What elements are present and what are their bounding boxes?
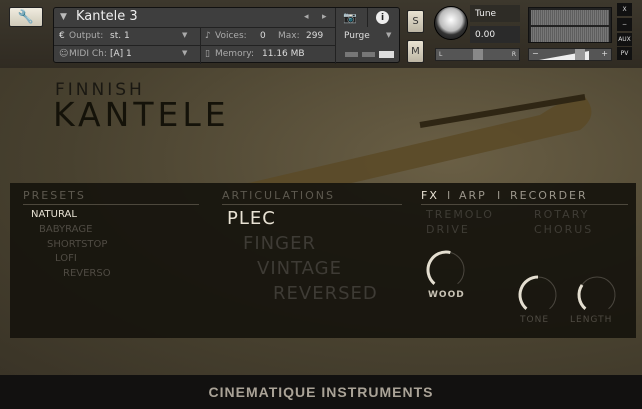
solo-button[interactable]: S bbox=[407, 10, 424, 33]
voices-icon: ♪ bbox=[205, 31, 211, 41]
mute-button[interactable]: M bbox=[407, 40, 424, 63]
max-label: Max: bbox=[278, 31, 300, 41]
pan-handle[interactable] bbox=[473, 49, 483, 60]
volume-slider[interactable]: − + bbox=[528, 48, 612, 61]
length-knob[interactable] bbox=[575, 273, 619, 317]
midi-channel-select[interactable]: [A] 1 bbox=[110, 49, 132, 59]
purge-dropdown-icon[interactable]: ▼ bbox=[386, 31, 391, 39]
camera-icon[interactable]: 📷 bbox=[343, 11, 357, 24]
info-icon[interactable]: i bbox=[376, 11, 389, 24]
tab-divider: I bbox=[497, 189, 503, 202]
articulation-item[interactable]: VINTAGE bbox=[257, 258, 342, 279]
articulation-item[interactable]: PLEC bbox=[227, 208, 276, 229]
preset-item[interactable]: NATURAL bbox=[31, 209, 77, 220]
instrument-header: 🔧 ▼ Kantele 3 ◂ ▸ 📷 i € Output: st. 1 ▼ … bbox=[0, 0, 642, 68]
presets-heading: PRESETS bbox=[23, 189, 86, 202]
knob-value-arc bbox=[577, 284, 587, 310]
preset-item[interactable]: BABYRAGE bbox=[39, 224, 92, 235]
fx-rotary[interactable]: ROTARY bbox=[534, 208, 589, 221]
memory-value: 11.16 MB bbox=[262, 49, 305, 59]
midi-icon: ☺ bbox=[59, 49, 69, 59]
purge-button[interactable]: Purge bbox=[344, 31, 370, 41]
knob-track bbox=[578, 276, 616, 310]
prev-icon[interactable]: ◂ bbox=[304, 12, 309, 22]
output-dropdown-icon[interactable]: ▼ bbox=[182, 31, 187, 39]
voices-label: Voices: bbox=[215, 31, 247, 41]
wood-label: WOOD bbox=[428, 290, 465, 300]
tone-knob[interactable] bbox=[516, 273, 560, 317]
next-icon[interactable]: ▸ bbox=[322, 12, 327, 22]
fx-tremolo[interactable]: TREMOLO bbox=[426, 208, 494, 221]
articulation-item[interactable]: FINGER bbox=[243, 233, 316, 254]
title-line2: KANTELE bbox=[53, 95, 230, 134]
output-icon: € bbox=[59, 31, 65, 41]
fx-drive[interactable]: DRIVE bbox=[426, 223, 470, 236]
tab-recorder[interactable]: RECORDER bbox=[510, 189, 588, 202]
volume-handle[interactable] bbox=[575, 49, 585, 60]
indicator bbox=[379, 51, 394, 58]
preset-item[interactable]: SHORTSTOP bbox=[47, 239, 107, 250]
output-select[interactable]: st. 1 bbox=[110, 31, 130, 41]
volume-minus[interactable]: − bbox=[532, 49, 539, 58]
tune-knob[interactable] bbox=[434, 6, 468, 40]
control-panel: PRESETS NATURAL BABYRAGE SHORTSTOP LOFI … bbox=[10, 183, 636, 338]
dropdown-arrow-icon[interactable]: ▼ bbox=[60, 12, 67, 22]
wrench-icon[interactable]: 🔧 bbox=[9, 7, 43, 27]
tone-label: TONE bbox=[520, 315, 550, 325]
articulations-heading: ARTICULATIONS bbox=[222, 189, 335, 202]
aux-button[interactable]: AUX bbox=[617, 33, 632, 46]
close-button[interactable]: X bbox=[617, 3, 632, 16]
fx-chorus[interactable]: CHORUS bbox=[534, 223, 593, 236]
indicator bbox=[345, 52, 358, 57]
articulation-item[interactable]: REVERSED bbox=[273, 283, 378, 304]
preset-item[interactable]: LOFI bbox=[55, 253, 77, 264]
memory-icon: ▯ bbox=[205, 49, 210, 59]
output-label: Output: bbox=[69, 31, 104, 41]
midi-dropdown-icon[interactable]: ▼ bbox=[182, 49, 187, 57]
pan-slider[interactable]: L R bbox=[435, 48, 520, 61]
max-voices-value[interactable]: 299 bbox=[306, 31, 323, 41]
preset-item[interactable]: REVERSO bbox=[63, 268, 111, 279]
knob-value-arc bbox=[518, 275, 539, 310]
pan-right-label: R bbox=[511, 51, 516, 58]
level-meter bbox=[528, 7, 612, 43]
voices-value: 0 bbox=[260, 31, 266, 41]
pv-button[interactable]: PV bbox=[617, 47, 632, 60]
instrument-name[interactable]: Kantele 3 bbox=[76, 9, 138, 24]
volume-plus[interactable]: + bbox=[601, 49, 608, 58]
pan-left-label: L bbox=[439, 51, 443, 58]
tune-label: Tune bbox=[470, 5, 520, 22]
tune-value[interactable]: 0.00 bbox=[470, 26, 520, 43]
length-label: LENGTH bbox=[570, 315, 613, 325]
wood-knob[interactable] bbox=[424, 248, 468, 292]
memory-label: Memory: bbox=[215, 49, 254, 59]
kantele-image bbox=[240, 94, 592, 185]
tab-arp[interactable]: ARP bbox=[459, 189, 487, 202]
indicator bbox=[362, 52, 375, 57]
footer-brand: CINEMATIQUE INSTRUMENTS bbox=[0, 375, 642, 409]
midi-label: MIDI Ch: bbox=[69, 49, 107, 59]
instrument-rack: ▼ Kantele 3 ◂ ▸ 📷 i € Output: st. 1 ▼ ☺ … bbox=[53, 7, 400, 64]
minimize-button[interactable]: − bbox=[617, 18, 632, 31]
tab-divider: I bbox=[447, 189, 453, 202]
tab-fx[interactable]: FX bbox=[421, 189, 439, 202]
knob-value-arc bbox=[426, 250, 451, 285]
